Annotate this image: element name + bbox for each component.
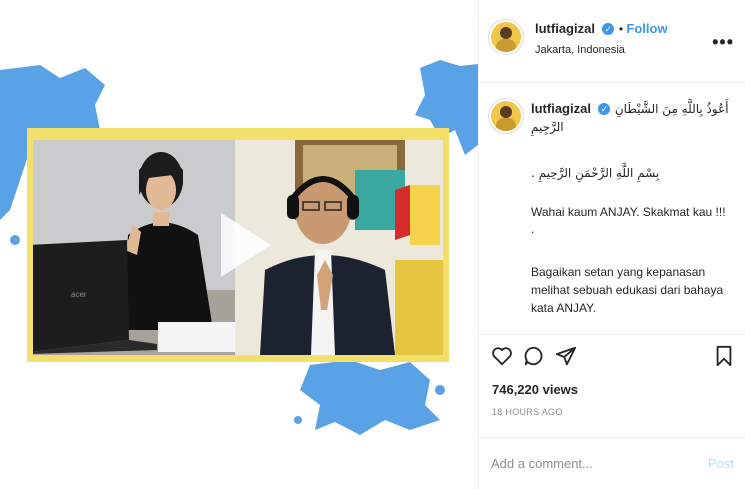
play-icon[interactable] <box>221 213 271 277</box>
post-sidebar: lutfiagizal ✓ • Follow Jakarta, Indonesi… <box>478 0 745 489</box>
post-header: lutfiagizal ✓ • Follow Jakarta, Indonesi… <box>479 0 745 83</box>
caption-first-row: lutfiagizal ✓ أَعُوذُ بِاللَّهِ مِنَ الش… <box>531 100 741 118</box>
comment-icon[interactable] <box>523 345 545 367</box>
follow-button[interactable]: Follow <box>626 21 667 36</box>
username-link[interactable]: lutfiagizal <box>535 21 595 36</box>
caption-line-8: kata ANJAY. <box>531 301 596 315</box>
heart-icon[interactable] <box>491 345 513 367</box>
actions-section: 746,220 views 18 HOURS AGO <box>479 335 745 435</box>
avatar[interactable] <box>491 22 521 52</box>
caption-line-2: الرَّجِيمِ <box>531 120 564 134</box>
caption-line-3: بِسْمِ اللَّهِ الرَّحْمَنِ الرَّحِيمِ . <box>531 166 660 180</box>
post-comment-button[interactable]: Post <box>708 456 734 471</box>
caption-line-6: Bagaikan setan yang kepanasan <box>531 265 706 279</box>
laptop-image <box>33 240 157 354</box>
verified-icon: ✓ <box>602 22 615 35</box>
left-video-pane: acer <box>33 140 235 355</box>
laptop-brand: acer <box>71 290 87 299</box>
post-media[interactable]: acer <box>0 0 478 489</box>
caption-line-4: Wahai kaum ANJAY. Skakmat kau !!! <box>531 205 726 219</box>
location-link[interactable]: Jakarta, Indonesia <box>535 44 625 56</box>
verified-icon: ✓ <box>598 102 611 115</box>
view-count[interactable]: 746,220 views <box>492 382 578 397</box>
more-icon[interactable]: ••• <box>712 32 734 53</box>
caption-line-1: أَعُوذُ بِاللَّهِ مِنَ الشَّيْطَانِ <box>614 102 729 116</box>
share-icon[interactable] <box>555 345 577 367</box>
comment-bar: Post <box>479 437 745 489</box>
bookmark-icon[interactable] <box>714 345 734 367</box>
caption-username[interactable]: lutfiagizal <box>531 101 591 116</box>
blue-splash-bottom <box>294 360 445 435</box>
comment-input[interactable] <box>491 456 691 471</box>
caption-line-7: melihat sebuah edukasi dari bahaya <box>531 283 724 297</box>
header-title-row: lutfiagizal ✓ • Follow <box>535 20 668 38</box>
video-player[interactable]: acer <box>33 140 443 355</box>
caption-avatar[interactable] <box>491 101 521 131</box>
post-timestamp[interactable]: 18 HOURS AGO <box>492 407 563 417</box>
caption-line-5: . <box>531 222 535 236</box>
caption-area: lutfiagizal ✓ أَعُوذُ بِاللَّهِ مِنَ الش… <box>479 83 745 335</box>
